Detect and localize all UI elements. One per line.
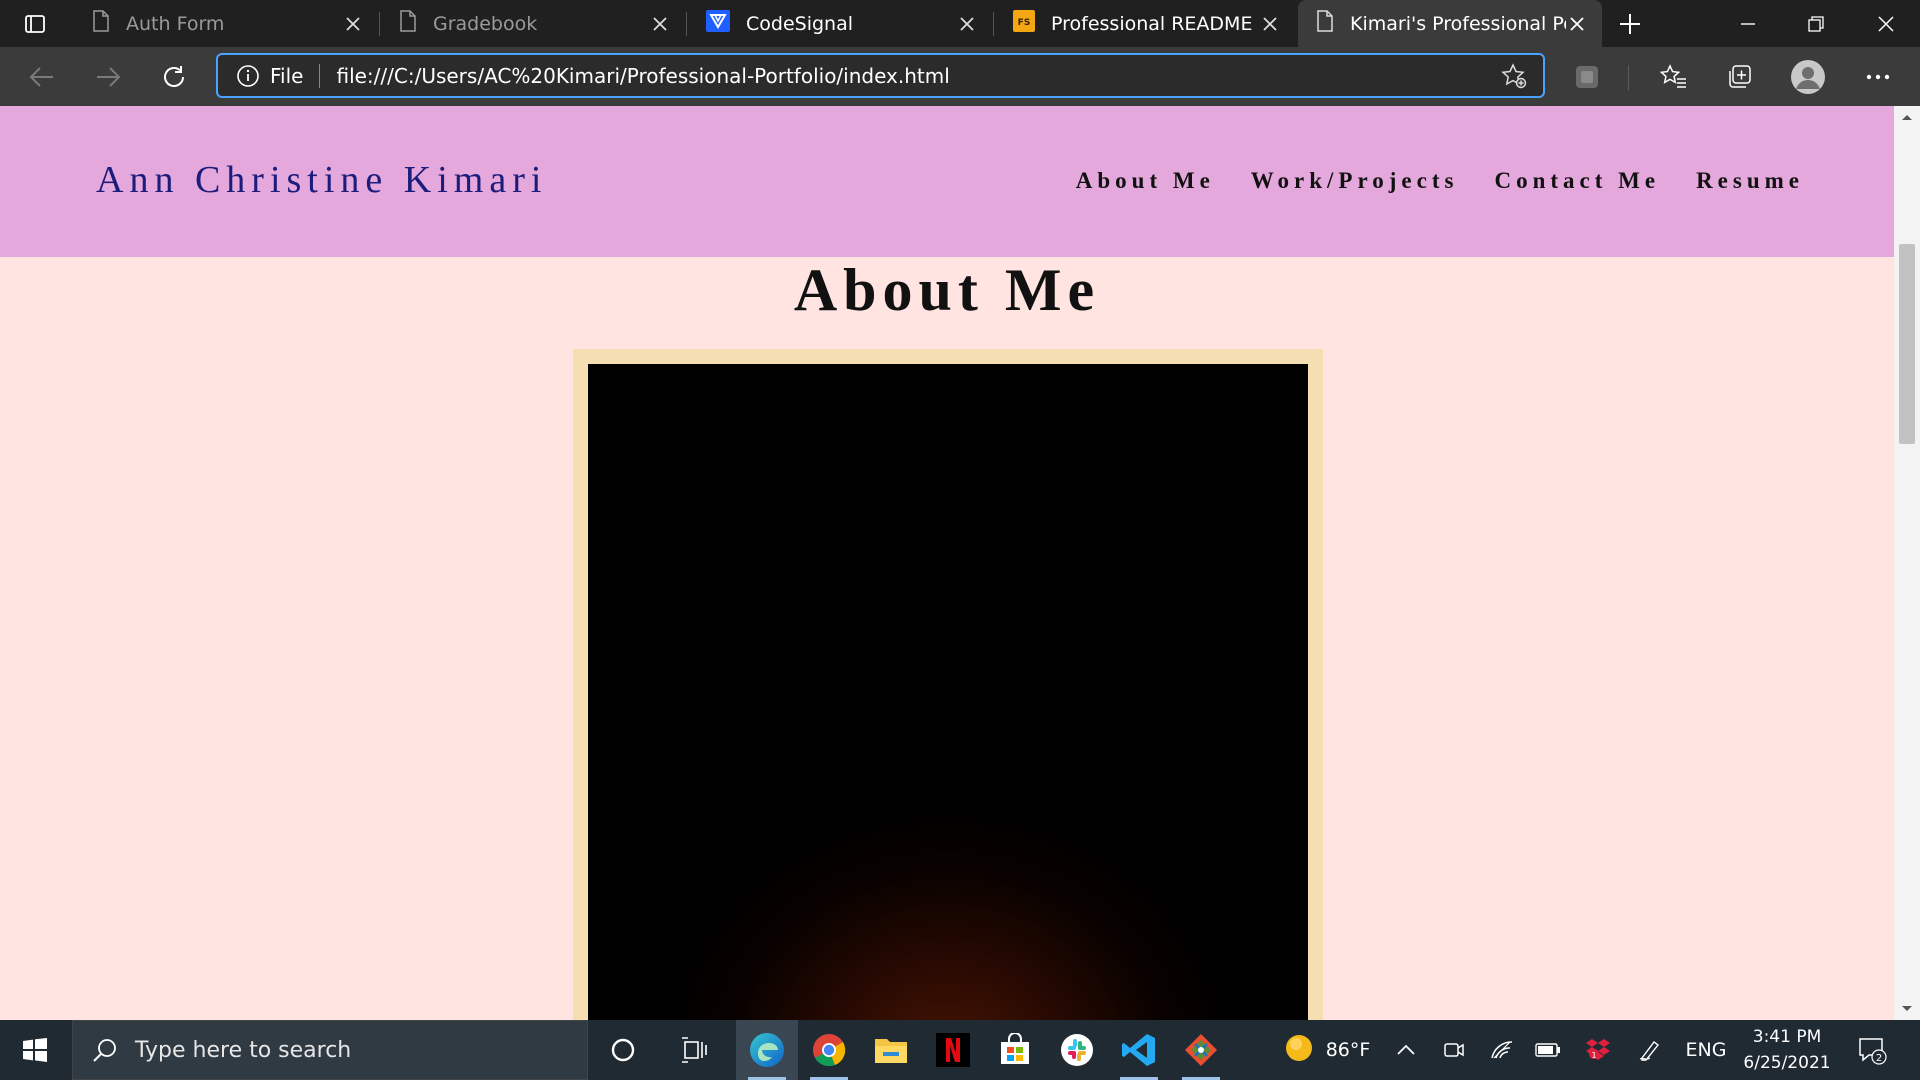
weather-temp: 86°F	[1325, 1039, 1371, 1061]
cortana-icon[interactable]	[592, 1020, 654, 1080]
task-view-icon[interactable]	[664, 1020, 726, 1080]
nav-link-about-me[interactable]: About Me	[1076, 168, 1215, 194]
tab-divider	[993, 12, 994, 36]
sun-icon	[1284, 1033, 1314, 1068]
search-icon	[91, 1036, 119, 1064]
profile-photo	[588, 364, 1308, 1020]
file-explorer-icon[interactable]	[860, 1020, 922, 1080]
pen-icon[interactable]	[1632, 1020, 1668, 1080]
language-indicator[interactable]: ENG	[1682, 1020, 1730, 1080]
wifi-icon[interactable]	[1484, 1020, 1520, 1080]
page-scrollbar[interactable]	[1894, 106, 1920, 1020]
git-icon[interactable]	[1170, 1020, 1232, 1080]
svg-text:FS: FS	[1018, 18, 1031, 28]
store-icon[interactable]	[984, 1020, 1046, 1080]
scroll-thumb[interactable]	[1899, 244, 1915, 444]
collections-icon[interactable]	[1718, 55, 1762, 99]
nav-link-contact-me[interactable]: Contact Me	[1494, 168, 1660, 194]
toolbar-divider	[1628, 65, 1629, 91]
add-favorite-icon[interactable]	[1499, 61, 1529, 91]
close-icon[interactable]	[956, 13, 978, 35]
scroll-down-icon[interactable]	[1900, 1002, 1914, 1016]
tab-title: Auth Form	[126, 12, 225, 35]
forward-button[interactable]	[86, 55, 130, 99]
tab-divider	[379, 12, 380, 36]
clock-date: 6/25/2021	[1743, 1053, 1831, 1073]
page-icon	[399, 10, 417, 37]
address-divider	[319, 63, 321, 88]
chrome-icon[interactable]	[798, 1020, 860, 1080]
url-text[interactable]: file:///C:/Users/AC%20Kimari/Professiona…	[336, 64, 1499, 88]
close-icon[interactable]	[649, 13, 671, 35]
close-window-button[interactable]	[1852, 0, 1920, 47]
search-placeholder: Type here to search	[135, 1037, 352, 1063]
tab-gradebook[interactable]: Gradebook	[381, 0, 685, 47]
nav-link-work-projects[interactable]: Work/Projects	[1251, 168, 1459, 194]
site-name[interactable]: Ann Christine Kimari	[96, 158, 547, 202]
tab-professional-readme[interactable]: FS Professional README Gui	[995, 0, 1295, 47]
new-tab-button[interactable]	[1612, 8, 1648, 40]
info-icon[interactable]	[236, 64, 260, 88]
fs-icon: FS	[1013, 10, 1035, 37]
codesignal-icon	[706, 10, 730, 37]
favorites-icon[interactable]	[1652, 55, 1696, 99]
dropbox-icon[interactable]: 1	[1578, 1020, 1618, 1080]
tab-kimari-portfolio[interactable]: Kimari's Professional Portf	[1298, 0, 1602, 47]
profile-avatar[interactable]	[1786, 55, 1830, 99]
page-viewport: Ann Christine Kimari About Me Work/Proje…	[0, 106, 1920, 1020]
svg-text:1: 1	[1591, 1051, 1596, 1060]
notification-center-icon[interactable]: 2	[1850, 1020, 1894, 1080]
close-icon[interactable]	[1259, 13, 1281, 35]
taskbar-search[interactable]: Type here to search	[72, 1020, 588, 1080]
tab-strip: Auth Form Gradebook CodeSignal FS Profes…	[0, 0, 1920, 47]
tab-divider	[686, 12, 687, 36]
close-icon[interactable]	[1566, 13, 1588, 35]
meet-now-icon[interactable]	[1436, 1020, 1472, 1080]
browser-toolbar: File file:///C:/Users/AC%20Kimari/Profes…	[0, 47, 1920, 106]
restore-button[interactable]	[1782, 0, 1850, 47]
page-icon	[92, 10, 110, 37]
tab-title: Kimari's Professional Portf	[1350, 12, 1566, 35]
site-header: Ann Christine Kimari About Me Work/Proje…	[0, 106, 1894, 257]
vscode-icon[interactable]	[1108, 1020, 1170, 1080]
tab-actions-icon[interactable]	[14, 8, 56, 40]
windows-taskbar: Type here to search 86°F 1 ENG 3:41 PM 6…	[0, 1020, 1920, 1080]
clock[interactable]: 3:41 PM 6/25/2021	[1735, 1024, 1839, 1076]
site-nav: About Me Work/Projects Contact Me Resume	[1076, 168, 1804, 194]
extension-icon[interactable]	[1565, 55, 1609, 99]
weather-widget[interactable]: 86°F	[1272, 1020, 1382, 1080]
start-button[interactable]	[0, 1020, 70, 1080]
clock-time: 3:41 PM	[1752, 1027, 1822, 1047]
tab-title: Professional README Gui	[1051, 12, 1259, 35]
scroll-up-icon[interactable]	[1900, 110, 1914, 124]
tab-codesignal[interactable]: CodeSignal	[688, 0, 992, 47]
edge-icon[interactable]	[736, 1020, 798, 1080]
address-bar[interactable]: File file:///C:/Users/AC%20Kimari/Profes…	[216, 53, 1545, 98]
profile-photo-frame	[573, 349, 1323, 1020]
close-icon[interactable]	[342, 13, 364, 35]
section-title: About Me	[793, 257, 1101, 323]
tab-title: CodeSignal	[746, 12, 854, 35]
more-menu-icon[interactable]	[1856, 55, 1900, 99]
slack-icon[interactable]	[1046, 1020, 1108, 1080]
scheme-label: File	[270, 63, 304, 88]
refresh-button[interactable]	[152, 55, 196, 99]
tab-auth-form[interactable]: Auth Form	[74, 0, 378, 47]
back-button[interactable]	[20, 55, 64, 99]
nav-link-resume[interactable]: Resume	[1696, 168, 1804, 194]
minimize-button[interactable]	[1714, 0, 1782, 47]
show-hidden-icons[interactable]	[1388, 1020, 1424, 1080]
tab-title: Gradebook	[433, 12, 538, 35]
notification-count: 2	[1876, 1053, 1882, 1064]
netflix-icon[interactable]	[922, 1020, 984, 1080]
battery-icon[interactable]	[1530, 1020, 1566, 1080]
page-icon	[1316, 10, 1334, 37]
